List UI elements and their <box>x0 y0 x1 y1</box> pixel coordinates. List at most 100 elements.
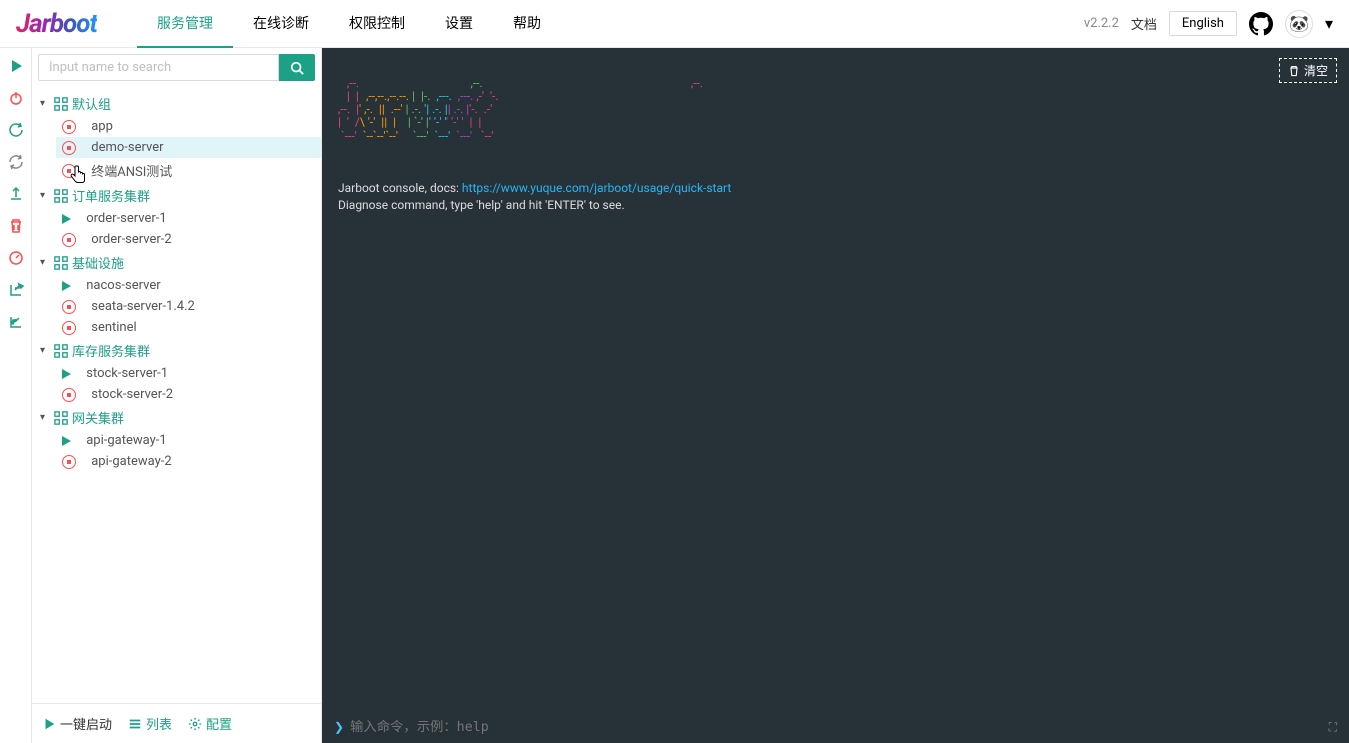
cmd-prompt-icon: ❯ <box>334 720 344 734</box>
github-icon[interactable] <box>1249 12 1273 36</box>
group-label: 订单服务集群 <box>72 186 150 205</box>
group-header[interactable]: ▾ 默认组 <box>32 91 321 116</box>
group-label: 网关集群 <box>72 408 124 427</box>
nav-item-4[interactable]: 帮助 <box>493 0 561 48</box>
main-nav: 服务管理在线诊断权限控制设置帮助 <box>137 0 1084 48</box>
config-button[interactable]: 配置 <box>188 714 232 733</box>
grid-icon <box>54 256 68 270</box>
status-stopped-icon <box>62 233 76 247</box>
tree-item-label: sentinel <box>91 320 136 335</box>
status-stopped-icon <box>62 300 76 314</box>
status-running-icon <box>62 369 71 379</box>
command-input[interactable] <box>350 720 1323 735</box>
trash-icon[interactable] <box>6 216 26 236</box>
tree-item[interactable]: stock-server-1 <box>56 363 321 384</box>
group-label: 库存服务集群 <box>72 341 150 360</box>
tree-item-label: demo-server <box>91 140 163 155</box>
tree-item-label: app <box>91 119 113 134</box>
maximize-icon[interactable]: ⛶ <box>1329 720 1337 735</box>
user-avatar[interactable]: 🐼 <box>1285 10 1313 38</box>
caret-down-icon: ▾ <box>40 412 50 423</box>
tree-item-label: stock-server-2 <box>91 387 173 402</box>
status-stopped-icon <box>62 321 76 335</box>
tree-item-label: api-gateway-1 <box>86 433 166 448</box>
tree-item[interactable]: demo-server <box>56 137 321 158</box>
search-button[interactable] <box>279 54 315 81</box>
tree-item[interactable]: order-server-1 <box>56 208 321 229</box>
ascii-banner: ,--. ,--. ,--. | | ,--,--.,--.--. | |-. … <box>338 77 1333 143</box>
service-tree: ▾ 默认组 app demo-server 终端ANSI测试 ▾ 订单服务集群 ord… <box>32 87 321 703</box>
import-icon[interactable] <box>6 312 26 332</box>
status-stopped-icon <box>62 120 76 134</box>
group-header[interactable]: ▾ 库存服务集群 <box>32 338 321 363</box>
group-header[interactable]: ▾ 基础设施 <box>32 250 321 275</box>
grid-icon <box>54 97 68 111</box>
tree-item[interactable]: api-gateway-1 <box>56 430 321 451</box>
group-header[interactable]: ▾ 网关集群 <box>32 405 321 430</box>
tree-item-label: 终端ANSI测试 <box>91 161 172 180</box>
upload-icon[interactable] <box>6 184 26 204</box>
tree-item[interactable]: app <box>56 116 321 137</box>
tree-item[interactable]: stock-server-2 <box>56 384 321 405</box>
nav-item-3[interactable]: 设置 <box>425 0 493 48</box>
console-panel: 清空 ,--. ,--. ,--. | | ,--,--.,--.--. | |… <box>322 48 1349 743</box>
user-dropdown-icon[interactable]: ▾ <box>1325 14 1333 33</box>
grid-icon <box>54 344 68 358</box>
grid-icon <box>54 411 68 425</box>
docs-link[interactable]: 文档 <box>1131 14 1157 33</box>
status-stopped-icon <box>62 141 76 155</box>
play-icon[interactable] <box>6 56 26 76</box>
group-label: 基础设施 <box>72 253 124 272</box>
console-output: ,--. ,--. ,--. | | ,--,--.,--.--. | |-. … <box>322 48 1349 711</box>
tree-item[interactable]: sentinel <box>56 317 321 338</box>
start-all-label: 一键启动 <box>60 714 112 733</box>
tree-item-label: seata-server-1.4.2 <box>91 299 195 314</box>
list-view-button[interactable]: 列表 <box>128 714 172 733</box>
caret-down-icon: ▾ <box>40 98 50 109</box>
left-toolbar <box>0 48 32 743</box>
app-logo: Jarboot <box>16 9 97 39</box>
start-all-button[interactable]: 一键启动 <box>42 714 112 733</box>
status-running-icon <box>62 214 71 224</box>
caret-down-icon: ▾ <box>40 257 50 268</box>
clear-label: 清空 <box>1304 62 1328 79</box>
search-input[interactable] <box>38 54 279 81</box>
tree-item[interactable]: seata-server-1.4.2 <box>56 296 321 317</box>
refresh-icon[interactable] <box>6 152 26 172</box>
tree-item[interactable]: 终端ANSI测试 <box>56 158 321 183</box>
tree-item[interactable]: nacos-server <box>56 275 321 296</box>
service-sidebar: ▾ 默认组 app demo-server 终端ANSI测试 ▾ 订单服务集群 ord… <box>32 48 322 743</box>
nav-item-1[interactable]: 在线诊断 <box>233 0 329 48</box>
tree-item[interactable]: api-gateway-2 <box>56 451 321 472</box>
tree-item-label: order-server-1 <box>86 211 166 226</box>
list-label: 列表 <box>146 714 172 733</box>
tree-item[interactable]: order-server-2 <box>56 229 321 250</box>
caret-down-icon: ▾ <box>40 190 50 201</box>
group-header[interactable]: ▾ 订单服务集群 <box>32 183 321 208</box>
restart-icon[interactable] <box>6 120 26 140</box>
tree-item-label: stock-server-1 <box>86 366 168 381</box>
console-intro: Jarboot console, docs: <box>338 181 462 195</box>
console-diag-line: Diagnose command, type 'help' and hit 'E… <box>338 198 625 212</box>
power-icon[interactable] <box>6 88 26 108</box>
nav-item-2[interactable]: 权限控制 <box>329 0 425 48</box>
grid-icon <box>54 189 68 203</box>
status-running-icon <box>62 436 71 446</box>
clear-console-button[interactable]: 清空 <box>1279 58 1337 83</box>
nav-item-0[interactable]: 服务管理 <box>137 0 233 48</box>
group-label: 默认组 <box>72 94 111 113</box>
gauge-icon[interactable] <box>6 248 26 268</box>
tree-item-label: order-server-2 <box>91 232 171 247</box>
status-stopped-icon <box>62 388 76 402</box>
export-icon[interactable] <box>6 280 26 300</box>
console-docs-link[interactable]: https://www.yuque.com/jarboot/usage/quic… <box>462 181 731 195</box>
tree-item-label: api-gateway-2 <box>91 454 171 469</box>
config-label: 配置 <box>206 714 232 733</box>
status-running-icon <box>62 281 71 291</box>
version-label: v2.2.2 <box>1084 16 1119 31</box>
caret-down-icon: ▾ <box>40 345 50 356</box>
language-button[interactable]: English <box>1169 11 1237 36</box>
status-stopped-icon <box>62 455 76 469</box>
status-stopped-icon <box>62 164 76 178</box>
tree-item-label: nacos-server <box>86 278 160 293</box>
